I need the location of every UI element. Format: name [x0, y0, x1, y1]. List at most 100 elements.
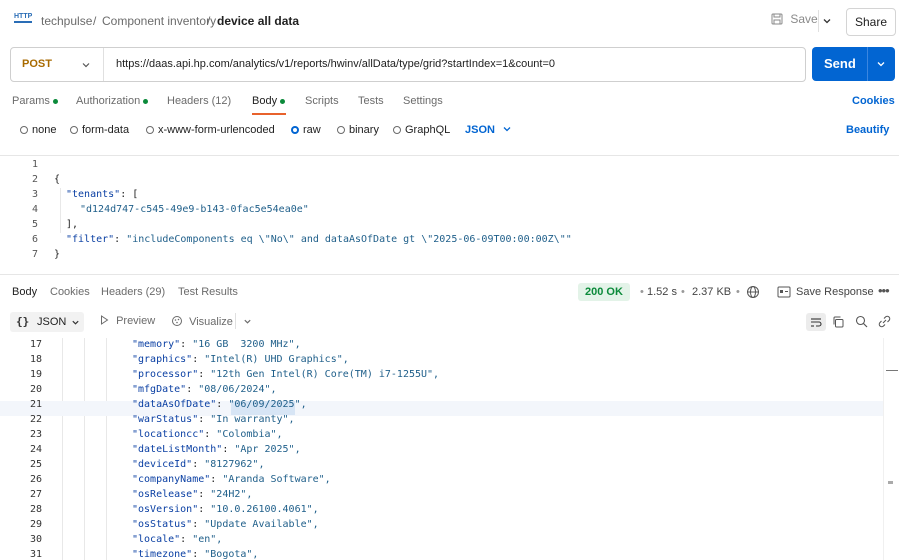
line-number: 26 [29, 474, 42, 485]
response-tab-headers[interactable]: Headers (29) [101, 286, 165, 298]
breadcrumb-separator: / [93, 14, 97, 28]
radio-binary[interactable]: binary [337, 124, 379, 136]
tab-scripts[interactable]: Scripts [305, 95, 339, 107]
save-response-button[interactable]: Save Response [796, 286, 874, 298]
scroll-marker [888, 481, 893, 484]
tab-label: Params [12, 95, 50, 107]
json-punctuation: : [198, 504, 211, 515]
json-value: "Aranda Software", [222, 474, 331, 485]
status-badge[interactable]: 200 OK [578, 283, 630, 301]
line-number: 28 [29, 504, 42, 515]
indent-guide [62, 338, 63, 560]
line-number: 25 [29, 459, 42, 470]
radio-circle-selected [291, 126, 299, 134]
cookies-link[interactable]: Cookies [852, 95, 895, 107]
tab-tests[interactable]: Tests [358, 95, 384, 107]
chevron-down-icon[interactable] [876, 59, 886, 69]
json-value: "Intel(R) UHD Graphics", [204, 354, 349, 365]
scroll-marker [886, 370, 898, 371]
separator-dot: • [681, 286, 685, 298]
tab-headers[interactable]: Headers (12) [167, 95, 231, 107]
tab-authorization[interactable]: Authorization [76, 95, 149, 107]
code-line: { [54, 174, 61, 185]
radio-circle [393, 126, 401, 134]
json-punctuation: : [210, 474, 223, 485]
radio-graphql[interactable]: GraphQL [393, 124, 450, 136]
response-tab-test-results[interactable]: Test Results [178, 286, 238, 298]
json-value: "Bogota", [204, 549, 259, 560]
code-line: "mfgDate": "08/06/2024", [132, 384, 277, 395]
response-tab-cookies[interactable]: Cookies [50, 286, 90, 298]
scrollbar[interactable] [883, 338, 899, 560]
braces-icon: {} [16, 315, 30, 328]
code-line: "processor": "12th Gen Intel(R) Core(TM)… [132, 369, 439, 380]
radio-raw[interactable]: raw [291, 124, 321, 136]
share-button[interactable]: Share [846, 8, 896, 36]
json-key: "memory" [132, 339, 181, 350]
save-options-button[interactable] [822, 13, 834, 27]
visualize-icon [172, 316, 182, 326]
json-value: "en", [192, 534, 223, 545]
indent-guide [60, 188, 61, 233]
request-body-editor[interactable]: 1 2 3 4 5 6 7 { "tenants": [ "d124d747-c… [0, 155, 899, 275]
visualize-label: Visualize [189, 316, 233, 328]
radio-none[interactable]: none [20, 124, 56, 136]
line-number: 6 [31, 234, 38, 245]
line-number: 21 [29, 399, 42, 410]
json-punctuation: : [192, 459, 205, 470]
tab-settings[interactable]: Settings [403, 95, 443, 107]
radio-circle [337, 126, 345, 134]
status-dot [143, 98, 149, 104]
globe-icon[interactable] [746, 285, 760, 299]
json-punctuation: : [186, 384, 199, 395]
json-punctuation: : [216, 399, 229, 410]
wrap-lines-button[interactable] [806, 313, 826, 331]
breadcrumb-collection[interactable]: Component inventory [102, 14, 216, 28]
response-body-viewer[interactable]: 17 "memory": "16 GB 3200 MHz", 18 "graphics… [0, 338, 899, 560]
http-method-icon: HTTP [14, 12, 33, 23]
send-button[interactable]: Send [812, 47, 895, 81]
method-select[interactable]: POST [11, 48, 104, 81]
radio-form-data[interactable]: form-data [70, 124, 129, 136]
radio-urlencoded[interactable]: x-www-form-urlencoded [146, 124, 275, 136]
response-time[interactable]: 1.52 s [647, 286, 677, 298]
json-key: "processor" [132, 369, 199, 380]
chevron-down-icon [503, 127, 511, 132]
radio-label: x-www-form-urlencoded [158, 124, 275, 136]
preview-label: Preview [116, 315, 156, 327]
line-number: 4 [31, 204, 38, 215]
separator-dot: • [640, 286, 644, 298]
response-format-select[interactable]: {} JSON [10, 312, 84, 332]
copy-icon[interactable] [832, 316, 844, 328]
response-size[interactable]: 2.37 KB [692, 286, 731, 298]
line-number: 29 [29, 519, 42, 530]
tab-params[interactable]: Params [12, 95, 58, 107]
radio-label: form-data [82, 124, 130, 136]
save-button[interactable]: Save [771, 12, 818, 30]
line-number: 18 [29, 354, 42, 365]
radio-circle [20, 126, 28, 134]
chevron-down-icon[interactable] [243, 317, 252, 326]
preview-button[interactable]: Preview [100, 315, 155, 327]
code-line: "filter": "includeComponents eq \"No\" a… [66, 234, 572, 245]
url-input[interactable]: https://daas.api.hp.com/analytics/v1/rep… [116, 58, 555, 70]
tab-body[interactable]: Body [252, 95, 286, 107]
more-options-icon[interactable]: ••• [878, 283, 890, 298]
beautify-link[interactable]: Beautify [846, 124, 889, 136]
response-tab-body[interactable]: Body [12, 286, 37, 298]
body-format-select[interactable]: JSON [465, 124, 512, 136]
visualize-button[interactable]: Visualize [171, 315, 233, 328]
breadcrumb-workspace[interactable]: techpulse [41, 14, 92, 28]
code-line: "memory": "16 GB 3200 MHz", [132, 339, 301, 350]
search-icon[interactable] [855, 315, 868, 328]
divider [818, 10, 819, 32]
link-icon[interactable] [878, 315, 891, 328]
breadcrumb-request-name[interactable]: device all data [217, 14, 299, 28]
chevron-down-icon [72, 320, 79, 325]
json-punctuation: : [192, 519, 205, 530]
json-key: "filter" [66, 234, 115, 245]
json-key: "graphics" [132, 354, 193, 365]
code-line: } [54, 249, 61, 260]
json-key: "companyName" [132, 474, 211, 485]
line-number: 1 [31, 159, 38, 170]
